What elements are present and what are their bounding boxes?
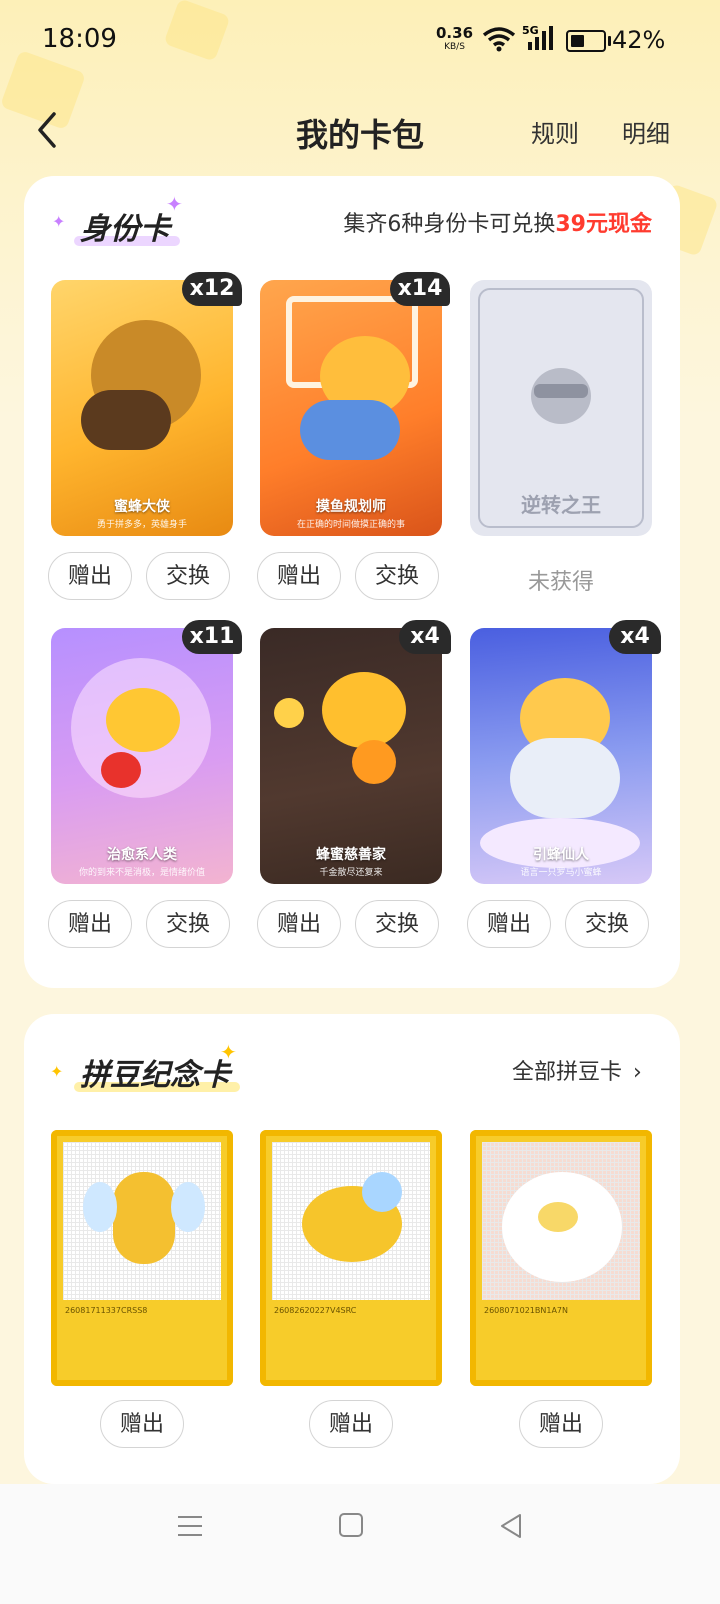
promo-highlight: 39元现金 [555,212,652,237]
card-name: 蜜蜂大侠 [114,499,170,515]
gift-button[interactable]: 赠出 [257,900,341,948]
network-speed: 0.36 KB/S [436,26,473,54]
bee-pixel-art [113,1172,175,1264]
gift-button[interactable]: 赠出 [100,1400,184,1448]
gift-button[interactable]: 赠出 [257,552,341,600]
pindou-card-panel: 拼豆纪念卡 ✦ ✦ 全部拼豆卡 › 26081711337CRSS8 26082… [24,1014,680,1484]
pixel-art [482,1142,640,1300]
card-art [274,698,304,728]
card-count-badge: x12 [182,272,242,306]
heart-icon [101,752,141,788]
pixel-art [63,1142,221,1300]
status-time: 18:09 [42,24,117,54]
all-pindou-link-text: 全部拼豆卡 [512,1060,623,1085]
pindou-card[interactable]: 26081711337CRSS8 [51,1130,233,1386]
pindou-card-code: 26081711337CRSS8 [65,1306,148,1315]
card-name: 蜂蜜慈善家 [316,847,386,863]
pindou-card-code: 2608071021BN1A7N [484,1306,569,1315]
gift-button[interactable]: 赠出 [48,552,132,600]
gift-button[interactable]: 赠出 [467,900,551,948]
identity-card[interactable]: 摸鱼规划师 在正确的时间做摸正确的事 [260,280,442,536]
page-title: 我的卡包 [295,116,424,154]
pixel-art [272,1142,430,1300]
card-subtitle: 勇于拼多多，英雄身手 [96,520,187,530]
identity-card[interactable]: 蜜蜂大侠 勇于拼多多，英雄身手 [51,280,233,536]
network-speed-unit: KB/S [444,42,465,52]
card-art [81,390,171,450]
card-subtitle: 千金散尽还复来 [319,868,383,878]
system-nav-bar [0,1484,720,1604]
identity-card[interactable]: 蜂蜜慈善家 千金散尽还复来 [260,628,442,884]
card-name: 引蜂仙人 [533,847,589,863]
card-art [352,740,396,784]
card-count-badge: x4 [609,620,661,654]
pindou-card-code: 26082620227V4SRC [274,1306,357,1315]
wing-art [83,1182,117,1232]
sparkle-icon: ✦ [50,1062,64,1081]
identity-card[interactable]: 引蜂仙人 语言一只罗马小蜜蜂 [470,628,652,884]
card-art [106,688,180,752]
sunglasses-icon [534,384,588,398]
battery-percent: 42% [612,26,666,54]
card-art [300,400,400,460]
card-subtitle: 语言一只罗马小蜜蜂 [520,868,602,878]
lotus-center-art [538,1202,578,1232]
card-subtitle: 在正确的时间做摸正确的事 [296,520,405,530]
card-name: 治愈系人类 [107,847,177,863]
identity-title-text: 身份卡 [80,212,170,247]
header: 我的卡包 规则 明细 [0,96,720,166]
identity-card-panel: 身份卡 ✦ ✦ 集齐6种身份卡可兑换39元现金 蜜蜂大侠 勇于拼多多，英雄身手 … [24,176,680,988]
rules-link[interactable]: 规则 [531,114,579,149]
trade-button[interactable]: 交换 [565,900,649,948]
gift-button[interactable]: 赠出 [309,1400,393,1448]
wifi-icon [482,27,516,52]
promo-text: 集齐6种身份卡可兑换 [343,212,556,237]
sparkle-icon: ✦ [52,212,66,231]
identity-section-title: 身份卡 [74,204,180,248]
gift-button[interactable]: 赠出 [48,900,132,948]
home-icon[interactable] [338,1512,364,1538]
card-name: 摸鱼规划师 [316,499,386,515]
trade-button[interactable]: 交换 [355,900,439,948]
trade-button[interactable]: 交换 [146,552,230,600]
card-art [322,672,406,748]
wing-art [171,1182,205,1232]
card-name: 逆转之王 [521,493,601,517]
card-art [510,738,620,818]
trade-button[interactable]: 交换 [355,552,439,600]
pindou-section-title: 拼豆纪念卡 [74,1050,240,1094]
all-pindou-link[interactable]: 全部拼豆卡 › [512,1054,642,1086]
pindou-card[interactable]: 26082620227V4SRC [260,1130,442,1386]
back-icon[interactable] [30,110,70,150]
back-nav-icon[interactable] [498,1512,524,1540]
card-count-badge: x14 [390,272,450,306]
wing-art [362,1172,402,1212]
pindou-card[interactable]: 2608071021BN1A7N [470,1130,652,1386]
card-subtitle: 你的到来不是消极，是情绪价值 [78,868,205,878]
status-bar: 18:09 0.36 KB/S 5G 42% [0,0,720,80]
battery-icon [566,30,611,52]
details-link[interactable]: 明细 [622,114,670,149]
menu-icon[interactable] [176,1512,204,1540]
chevron-right-icon: › [633,1060,642,1085]
not-obtained-label: 未获得 [527,570,594,595]
pindou-title-text: 拼豆纪念卡 [80,1058,230,1093]
identity-promo: 集齐6种身份卡可兑换39元现金 [343,206,652,238]
identity-card-locked[interactable]: 逆转之王 [470,280,652,536]
card-count-badge: x4 [399,620,451,654]
trade-button[interactable]: 交换 [146,900,230,948]
gift-button[interactable]: 赠出 [519,1400,603,1448]
card-count-badge: x11 [182,620,242,654]
identity-card[interactable]: 治愈系人类 你的到来不是消极，是情绪价值 [51,628,233,884]
